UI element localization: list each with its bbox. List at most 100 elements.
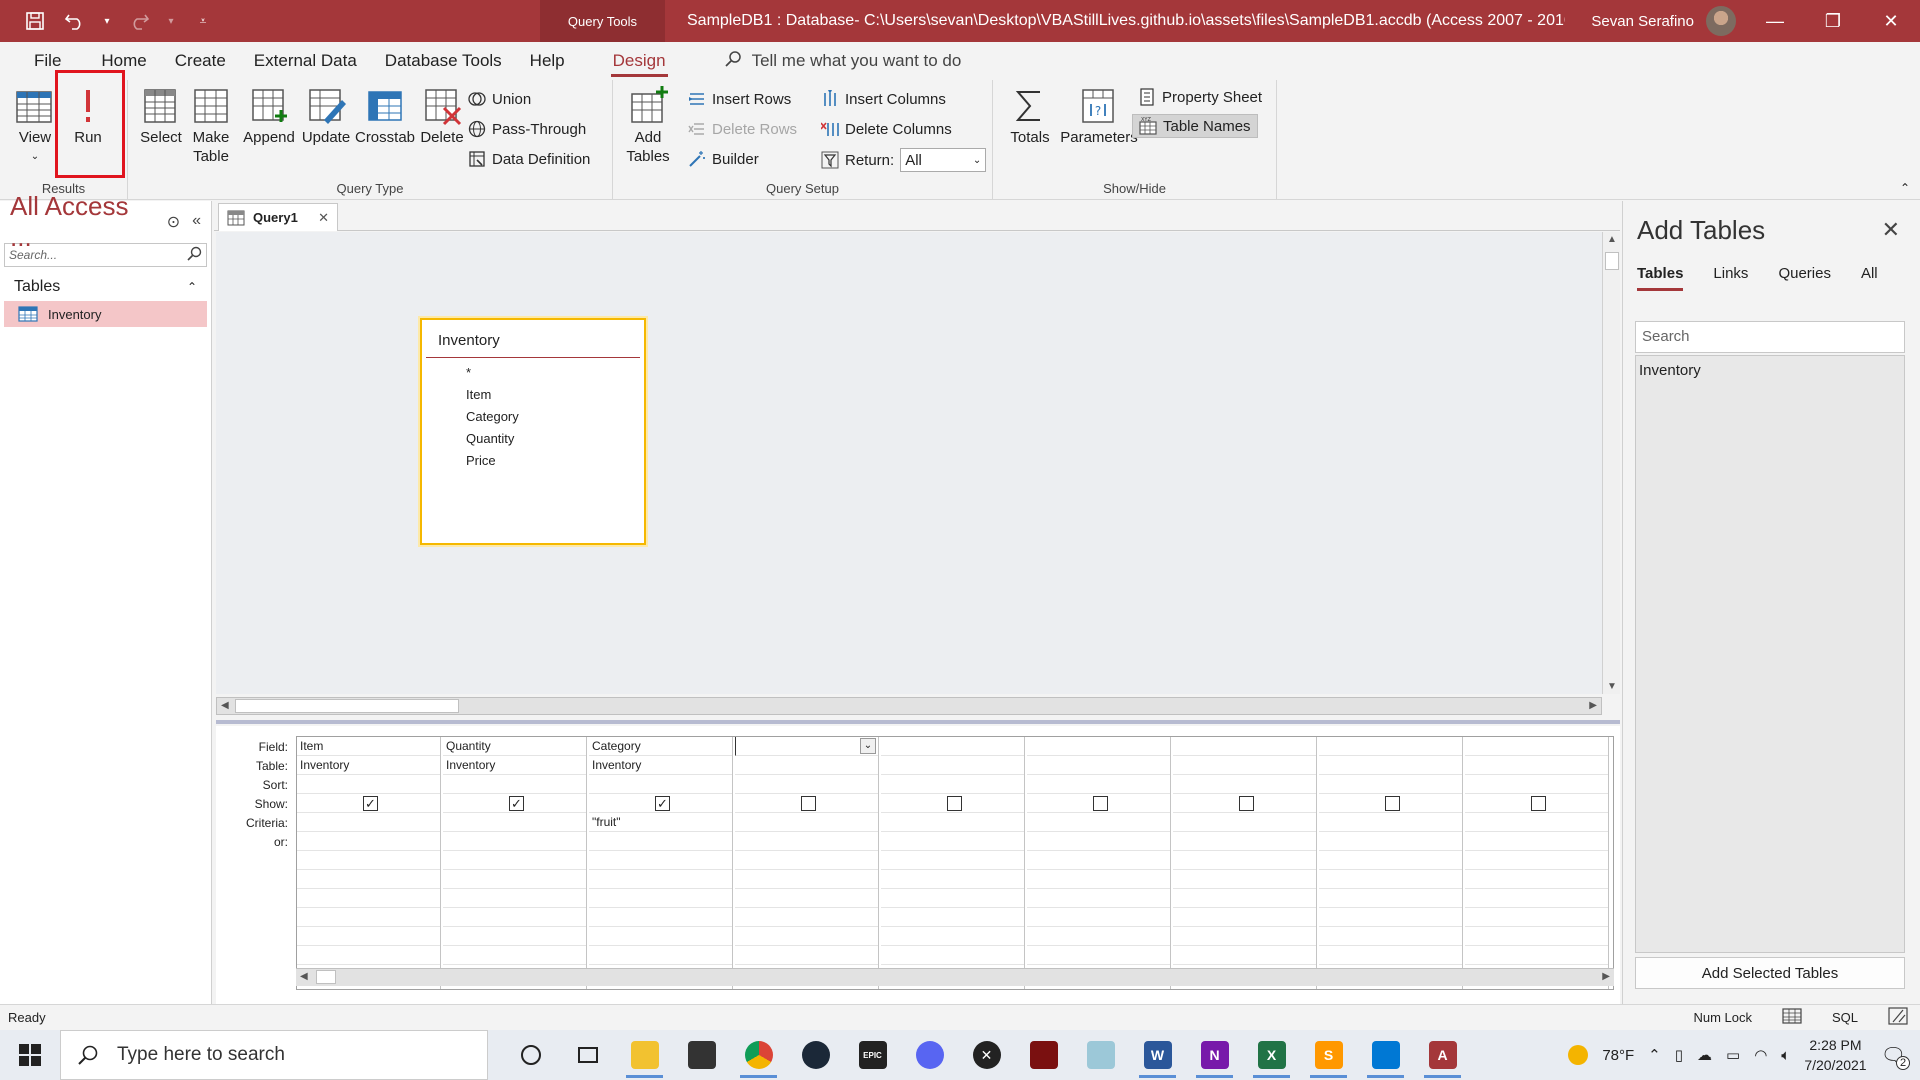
grid-cell-empty[interactable] bbox=[1319, 851, 1462, 870]
taskbar-search-box[interactable]: Type here to search bbox=[60, 1030, 488, 1080]
scroll-left-icon[interactable]: ◀ bbox=[300, 971, 308, 982]
grid-cell-field[interactable] bbox=[1319, 737, 1462, 756]
grid-cell-empty[interactable] bbox=[1027, 851, 1170, 870]
game-app-icon[interactable] bbox=[1015, 1030, 1072, 1080]
design-view-icon[interactable] bbox=[1888, 1007, 1908, 1028]
grid-cell-or[interactable] bbox=[1173, 832, 1316, 851]
onenote-icon[interactable]: N bbox=[1186, 1030, 1243, 1080]
grid-cell-empty[interactable] bbox=[297, 851, 440, 870]
insert-rows-button[interactable]: Insert Rows bbox=[688, 90, 791, 108]
cortana-icon[interactable] bbox=[502, 1030, 559, 1080]
delete-columns-button[interactable]: Delete Columns bbox=[821, 120, 952, 138]
grid-cell-empty[interactable] bbox=[443, 908, 586, 927]
chevron-up-icon[interactable]: ⌃ bbox=[187, 280, 197, 294]
grid-cell-show[interactable]: ✓ bbox=[589, 794, 732, 813]
totals-button[interactable]: Totals bbox=[1005, 86, 1055, 170]
grid-cell-empty[interactable] bbox=[589, 870, 732, 889]
grid-cell-empty[interactable] bbox=[1465, 908, 1608, 927]
grid-cell-empty[interactable] bbox=[881, 908, 1024, 927]
field-dropdown-icon[interactable]: ⌄ bbox=[860, 738, 876, 754]
access-icon[interactable]: A bbox=[1414, 1030, 1471, 1080]
glass-app-icon[interactable] bbox=[1072, 1030, 1129, 1080]
device-icon[interactable]: ▯ bbox=[1675, 1046, 1683, 1064]
notifications-icon[interactable]: 🗨︎ 2 bbox=[1881, 1043, 1910, 1070]
collapse-ribbon-icon[interactable]: ⌃ bbox=[1900, 181, 1910, 195]
field-list-inventory[interactable]: Inventory * Item Category Quantity Price bbox=[420, 318, 646, 545]
steam-icon[interactable] bbox=[787, 1030, 844, 1080]
delete-query-button[interactable]: Delete bbox=[416, 86, 468, 170]
grid-cell-or[interactable] bbox=[443, 832, 586, 851]
grid-cell-empty[interactable] bbox=[1027, 908, 1170, 927]
property-sheet-button[interactable]: Property Sheet bbox=[1138, 88, 1262, 106]
grid-cell-sort[interactable] bbox=[1173, 775, 1316, 794]
grid-cell-field[interactable] bbox=[881, 737, 1024, 756]
grid-cell-empty[interactable] bbox=[589, 908, 732, 927]
avatar[interactable] bbox=[1706, 6, 1736, 36]
excel-icon[interactable]: X bbox=[1243, 1030, 1300, 1080]
scroll-right-icon[interactable]: ▶ bbox=[1602, 971, 1610, 982]
scroll-left-icon[interactable]: ◀ bbox=[221, 700, 229, 711]
grid-cell-table[interactable] bbox=[881, 756, 1024, 775]
update-button[interactable]: Update bbox=[297, 86, 355, 170]
start-button[interactable] bbox=[0, 1030, 60, 1080]
grid-cell-criteria[interactable]: "fruit" bbox=[589, 813, 732, 832]
grid-cell-or[interactable] bbox=[1319, 832, 1462, 851]
restore-icon[interactable]: ❐ bbox=[1804, 0, 1862, 42]
field-list-item-price[interactable]: Price bbox=[422, 450, 644, 472]
store-icon[interactable] bbox=[673, 1030, 730, 1080]
grid-cell-empty[interactable] bbox=[1027, 889, 1170, 908]
grid-cell-table[interactable] bbox=[1465, 756, 1608, 775]
view-button[interactable]: View ⌄ bbox=[10, 86, 60, 170]
grid-cell-field[interactable]: Quantity bbox=[443, 737, 586, 756]
union-button[interactable]: Union bbox=[468, 90, 531, 108]
tell-me-box[interactable]: Tell me what you want to do bbox=[724, 50, 961, 73]
add-tables-button[interactable]: Add Tables bbox=[623, 86, 673, 170]
grid-cell-empty[interactable] bbox=[881, 889, 1024, 908]
grid-cell-empty[interactable] bbox=[443, 889, 586, 908]
grid-cell-empty[interactable] bbox=[589, 851, 732, 870]
tab-design[interactable]: Design bbox=[599, 42, 680, 80]
grid-cell-show[interactable] bbox=[1319, 794, 1462, 813]
datasheet-view-icon[interactable] bbox=[1782, 1008, 1802, 1027]
grid-cell-show[interactable]: ✓ bbox=[443, 794, 586, 813]
show-checkbox[interactable] bbox=[1239, 796, 1254, 811]
grid-cell-or[interactable] bbox=[735, 832, 878, 851]
grid-cell-empty[interactable] bbox=[735, 927, 878, 946]
grid-cell-empty[interactable] bbox=[1027, 927, 1170, 946]
grid-cell-empty[interactable] bbox=[589, 946, 732, 965]
grid-cell-empty[interactable] bbox=[1319, 889, 1462, 908]
field-list-title[interactable]: Inventory bbox=[426, 320, 640, 358]
grid-cell-show[interactable] bbox=[1173, 794, 1316, 813]
photos-icon[interactable] bbox=[1357, 1030, 1414, 1080]
weather-sun-icon[interactable] bbox=[1568, 1045, 1589, 1065]
field-list-item-quantity[interactable]: Quantity bbox=[422, 428, 644, 450]
tab-external-data[interactable]: External Data bbox=[240, 42, 371, 80]
tab-help[interactable]: Help bbox=[516, 42, 579, 80]
shutter-bar-collapse-icon[interactable]: « bbox=[192, 212, 201, 232]
grid-cell-sort[interactable] bbox=[881, 775, 1024, 794]
grid-cell-criteria[interactable] bbox=[1173, 813, 1316, 832]
tab-tables[interactable]: Tables bbox=[1637, 265, 1684, 291]
sublime-text-icon[interactable]: S bbox=[1300, 1030, 1357, 1080]
onedrive-cloud-icon[interactable]: ☁ bbox=[1697, 1046, 1712, 1064]
grid-cell-table[interactable]: Inventory bbox=[443, 756, 586, 775]
tab-database-tools[interactable]: Database Tools bbox=[371, 42, 516, 80]
list-item[interactable]: Inventory bbox=[1639, 362, 1901, 379]
grid-cell-sort[interactable] bbox=[589, 775, 732, 794]
grid-cell-table[interactable] bbox=[1173, 756, 1316, 775]
grid-cell-field[interactable] bbox=[1465, 737, 1608, 756]
grid-cell-or[interactable] bbox=[881, 832, 1024, 851]
grid-cell-empty[interactable] bbox=[443, 927, 586, 946]
grid-cell-empty[interactable] bbox=[735, 851, 878, 870]
show-checkbox[interactable] bbox=[1385, 796, 1400, 811]
grid-cell-empty[interactable] bbox=[1465, 927, 1608, 946]
add-selected-tables-button[interactable]: Add Selected Tables bbox=[1635, 957, 1905, 989]
grid-cell-show[interactable]: ✓ bbox=[297, 794, 440, 813]
pane-splitter[interactable] bbox=[216, 720, 1620, 724]
show-checkbox[interactable]: ✓ bbox=[655, 796, 670, 811]
grid-cell-empty[interactable] bbox=[735, 946, 878, 965]
grid-cell-sort[interactable] bbox=[735, 775, 878, 794]
nav-section-tables[interactable]: Tables ⌃ bbox=[0, 273, 211, 301]
design-horizontal-scrollbar[interactable]: ◀ ▶ bbox=[216, 697, 1602, 715]
grid-cell-empty[interactable] bbox=[297, 946, 440, 965]
